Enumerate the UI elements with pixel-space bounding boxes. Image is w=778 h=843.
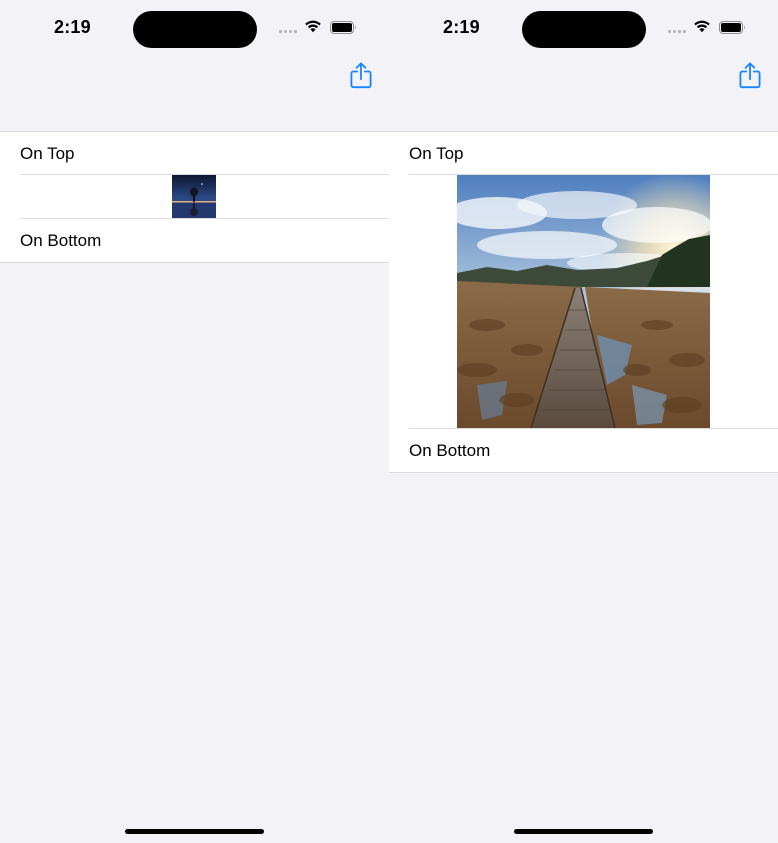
status-time: 2:19 (443, 17, 480, 37)
row-label: On Top (20, 143, 75, 163)
wifi-icon (694, 20, 710, 33)
wifi-icon (305, 20, 321, 33)
row-label: On Bottom (409, 440, 491, 460)
list-item-on-top: On Top (389, 132, 778, 175)
battery-icon (719, 21, 745, 34)
status-bar: 2:19 (389, 0, 778, 56)
home-indicator[interactable] (514, 829, 653, 834)
content-list: On Top On Bottom (0, 131, 389, 263)
share-icon[interactable] (349, 61, 373, 89)
list-item-image (389, 175, 778, 429)
home-indicator[interactable] (125, 829, 264, 834)
dynamic-island (522, 11, 646, 48)
status-time: 2:19 (54, 17, 91, 37)
cellular-signal-icon (668, 30, 688, 34)
row-label: On Top (409, 143, 464, 163)
dynamic-island (133, 11, 257, 48)
list-item-on-bottom: On Bottom (389, 429, 778, 472)
share-icon[interactable] (738, 61, 762, 89)
night-lake-tree-thumbnail (172, 175, 216, 218)
screen-left: 2:19 On Top On Bottom (0, 0, 389, 843)
battery-icon (330, 21, 356, 34)
screen-right: 2:19 On Top On Bottom (389, 0, 778, 843)
list-item-on-bottom: On Bottom (0, 219, 389, 262)
content-list: On Top On Bottom (389, 131, 778, 473)
cellular-signal-icon (279, 30, 299, 34)
row-label: On Bottom (20, 230, 102, 250)
list-item-on-top: On Top (0, 132, 389, 175)
boardwalk-marsh-photo (457, 175, 710, 428)
status-bar: 2:19 (0, 0, 389, 56)
list-item-image (0, 175, 389, 219)
